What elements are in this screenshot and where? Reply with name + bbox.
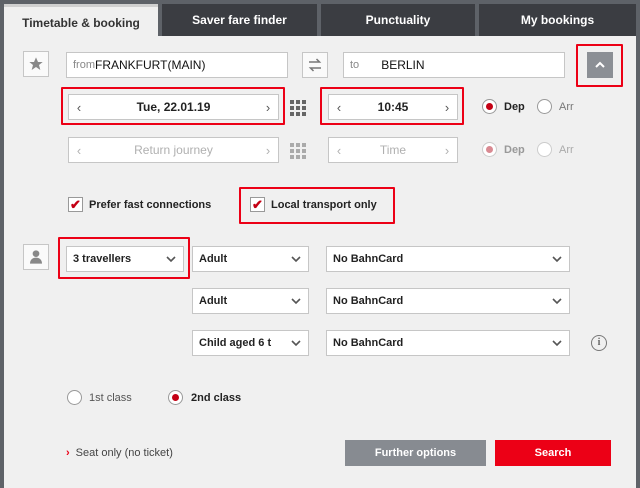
highlight-travellers [58, 237, 190, 279]
info-icon[interactable]: i [591, 335, 607, 351]
second-class-label: 2nd class [191, 392, 242, 404]
swap-icon [308, 58, 322, 72]
outbound-dep-radio[interactable] [482, 99, 497, 114]
to-value: BERLIN [381, 58, 425, 72]
traveller-type-2: Adult [199, 295, 228, 307]
return-dep-radio[interactable] [482, 142, 497, 157]
prev-return-time-arrow[interactable]: ‹ [329, 143, 349, 158]
prefer-fast-label: Prefer fast connections [89, 199, 212, 211]
traveller-type-1: Adult [199, 253, 228, 265]
calendar-icon[interactable] [287, 97, 307, 117]
second-class-radio[interactable] [168, 390, 183, 405]
highlight-local-only [239, 187, 395, 224]
traveller-avatar [23, 244, 49, 270]
next-return-time-arrow[interactable]: › [437, 143, 457, 158]
from-field[interactable]: from FRANKFURT(MAIN) [66, 52, 288, 78]
from-value: FRANKFURT(MAIN) [95, 58, 206, 72]
first-class-radio[interactable] [67, 390, 82, 405]
seat-only-link[interactable]: › Seat only (no ticket) [66, 447, 173, 459]
chevron-down-icon [552, 340, 562, 347]
return-date-placeholder: Return journey [134, 143, 213, 157]
tab-bar: Timetable & booking Saver fare finder Pu… [0, 0, 640, 38]
seat-only-label: Seat only (no ticket) [75, 447, 173, 459]
bahncard-select-1[interactable]: No BahnCard [326, 246, 570, 272]
return-arr-radio[interactable] [537, 142, 552, 157]
tab-my-bookings[interactable]: My bookings [479, 4, 636, 36]
swap-stations-button[interactable] [302, 52, 328, 78]
tab-saver-fare-finder[interactable]: Saver fare finder [162, 4, 317, 36]
bahncard-3: No BahnCard [333, 337, 404, 349]
outbound-arr-label: Arr [559, 101, 574, 113]
bahncard-1: No BahnCard [333, 253, 404, 265]
return-date-stepper[interactable]: ‹ Return journey › [68, 137, 279, 163]
chevron-down-icon [552, 256, 562, 263]
outbound-dep-label: Dep [504, 101, 525, 113]
prefer-fast-checkbox[interactable]: ✔ [68, 197, 83, 212]
return-time-placeholder: Time [379, 143, 407, 157]
further-options-label: Further options [374, 447, 457, 459]
prev-return-arrow[interactable]: ‹ [69, 143, 89, 158]
outbound-arr-radio[interactable] [537, 99, 552, 114]
traveller-type-select-1[interactable]: Adult [192, 246, 309, 272]
highlight-time [320, 87, 464, 125]
page-background-strip [4, 476, 636, 488]
to-field[interactable]: to BERLIN [343, 52, 565, 78]
bahncard-select-2[interactable]: No BahnCard [326, 288, 570, 314]
return-dep-label: Dep [504, 144, 525, 156]
bahncard-select-3[interactable]: No BahnCard [326, 330, 570, 356]
person-icon [30, 250, 42, 264]
to-placeholder: to [350, 59, 360, 71]
highlight-date [61, 87, 285, 125]
return-calendar-icon[interactable] [287, 140, 307, 160]
bahncard-2: No BahnCard [333, 295, 404, 307]
chevron-down-icon [291, 256, 301, 263]
chevron-right-icon: › [66, 447, 70, 459]
star-icon [29, 57, 43, 70]
chevron-down-icon [552, 298, 562, 305]
tab-punctuality[interactable]: Punctuality [321, 4, 475, 36]
traveller-type-3: Child aged 6 t [199, 337, 272, 349]
traveller-type-select-3[interactable]: Child aged 6 t [192, 330, 309, 356]
search-label: Search [534, 447, 572, 459]
from-placeholder: from [73, 59, 95, 71]
tab-timetable-booking[interactable]: Timetable & booking [4, 4, 158, 38]
return-arr-label: Arr [559, 144, 574, 156]
first-class-label: 1st class [89, 392, 132, 404]
chevron-down-icon [291, 298, 301, 305]
favourite-button[interactable] [23, 51, 49, 77]
chevron-down-icon [291, 340, 301, 347]
search-button[interactable]: Search [495, 440, 611, 466]
booking-panel: from FRANKFURT(MAIN) to BERLIN ‹ Tue, 22… [4, 36, 636, 476]
further-options-button[interactable]: Further options [345, 440, 486, 466]
next-return-arrow[interactable]: › [258, 143, 278, 158]
return-time-stepper[interactable]: ‹ Time › [328, 137, 458, 163]
traveller-type-select-2[interactable]: Adult [192, 288, 309, 314]
highlight-collapse [576, 44, 623, 87]
